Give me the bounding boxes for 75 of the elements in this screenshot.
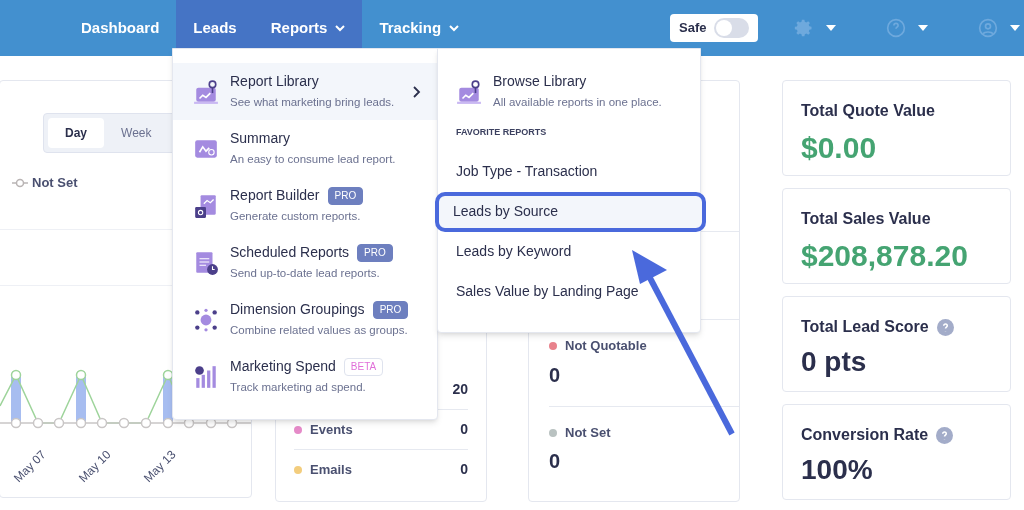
report-icon	[193, 249, 219, 276]
stat-value: 0 pts	[801, 345, 868, 379]
menu-item-title: Browse Library	[493, 72, 588, 92]
chart-point	[96, 417, 108, 429]
row-value: 20	[452, 379, 468, 399]
menu-item-title: Scheduled Reports	[230, 243, 350, 263]
report-icon	[193, 78, 219, 105]
stat-value: 100%	[801, 453, 874, 487]
chart-point	[75, 369, 87, 381]
stat-title: Total Sales Value	[801, 209, 931, 229]
row-value: 0	[460, 460, 468, 479]
menu-item[interactable]: Dimension Groupings PRO Combine related values as groups.	[173, 291, 437, 348]
plan-badge: BETA	[343, 357, 384, 376]
chart-point	[32, 417, 44, 429]
legend-label: Not Set	[32, 174, 78, 192]
menu-item-description: See what marketing bring leads.	[230, 95, 395, 111]
menu-item-description: Combine related values as groups.	[230, 323, 409, 339]
favorite-report[interactable]: Leads by Keyword	[438, 231, 700, 272]
chart-point	[118, 417, 130, 429]
chart-point	[53, 417, 65, 429]
menu-item[interactable]: Summary An easy to consume lead report.	[173, 120, 437, 177]
user-icon[interactable]	[978, 18, 1020, 38]
plan-badge: PRO	[372, 300, 409, 319]
menu-item-description: Track marketing ad spend.	[230, 380, 367, 396]
menu-item-title: Marketing Spend	[230, 357, 336, 377]
menu-item-title: Report Library	[230, 72, 319, 92]
menu-item-description: Send up-to-date lead reports.	[230, 266, 381, 282]
stat-value: $208,878.20	[801, 238, 969, 274]
menu-item[interactable]: Browse Library All available reports in one place.	[438, 63, 700, 120]
plan-badge: PRO	[357, 243, 393, 262]
row-label: Emails	[310, 460, 352, 479]
favorite-report[interactable]: Job Type - Transaction	[438, 151, 700, 192]
help-icon[interactable]	[886, 18, 928, 38]
chart-point	[140, 417, 152, 429]
report-icon	[193, 192, 219, 219]
stat-title: Total Quote Value	[801, 101, 935, 121]
legend-marker-icon	[12, 177, 28, 188]
menu-item-description: An easy to consume lead report.	[230, 152, 396, 168]
chart-point	[162, 417, 174, 429]
stat-value: $0.00	[801, 130, 878, 166]
stat-title: Total Lead Score	[801, 317, 929, 337]
favorite-report[interactable]: Leads by Source	[435, 191, 706, 232]
chart-point	[75, 417, 87, 429]
report-icon	[193, 306, 219, 333]
axis-label: May 13	[139, 446, 180, 487]
menu-item-title: Report Builder	[230, 186, 320, 206]
status-label: Not Set	[565, 423, 611, 442]
row-label: Events	[310, 420, 353, 439]
menu-item-description: All available reports in one place.	[493, 95, 662, 111]
status-label: Not Quotable	[565, 337, 647, 356]
plan-badge: PRO	[327, 186, 364, 205]
section-heading: FAVORITE REPORTS	[456, 126, 548, 139]
chart-point	[10, 417, 22, 429]
period-tab[interactable]: Week	[104, 118, 169, 148]
period-tab[interactable]: Day	[48, 118, 104, 148]
menu-item[interactable]: Report Builder PRO Generate custom reports.	[173, 177, 437, 234]
stat-title: Conversion Rate	[801, 425, 929, 445]
status-value: 0	[549, 449, 562, 475]
menu-item[interactable]: Marketing Spend BETA Track marketing ad spend.	[173, 348, 437, 405]
toggle-switch[interactable]	[714, 18, 749, 38]
report-icon	[456, 78, 482, 105]
row-value: 0	[460, 420, 468, 439]
menu-item-description: Generate custom reports.	[230, 209, 362, 225]
chart-point	[10, 369, 22, 381]
menu-item-title: Summary	[230, 129, 290, 149]
menu-item[interactable]: Scheduled Reports PRO Send up-to-date lead reports.	[173, 234, 437, 291]
axis-label: May 10	[74, 446, 115, 487]
report-icon	[193, 363, 219, 390]
menu-item[interactable]: Report Library See what marketing bring leads.	[173, 63, 437, 120]
status-value: 0	[549, 362, 562, 388]
settings-icon[interactable]	[794, 18, 836, 38]
axis-label: May 07	[9, 446, 50, 487]
favorite-report[interactable]: Sales Value by Landing Page	[438, 271, 700, 312]
menu-item-title: Dimension Groupings	[230, 300, 365, 320]
safe-toggle[interactable]: Safe	[670, 14, 758, 42]
